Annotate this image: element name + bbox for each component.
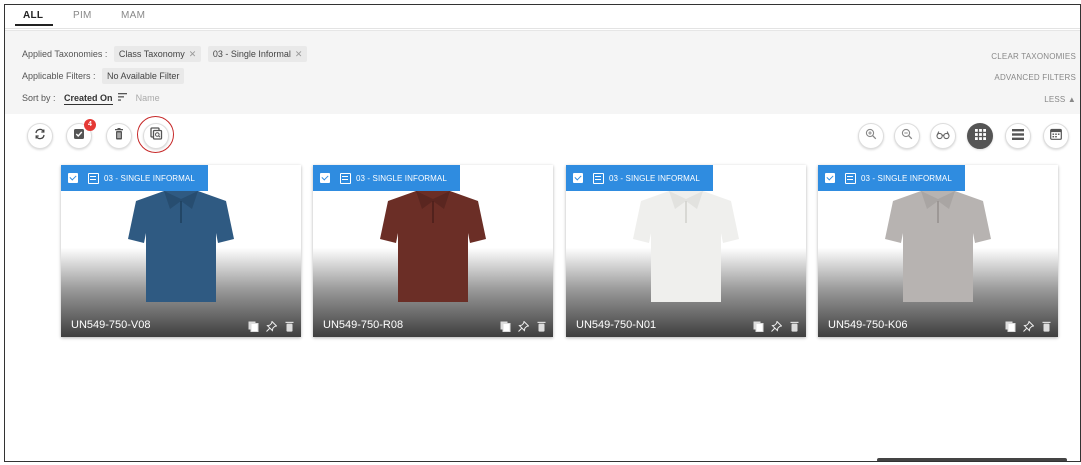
- pin-icon[interactable]: [770, 320, 782, 332]
- polo-shirt-image: [633, 191, 739, 302]
- select-all-icon: [73, 127, 85, 145]
- polo-shirt-image: [128, 191, 234, 302]
- card-actions: [1004, 320, 1052, 332]
- calendar-view-button[interactable]: [1043, 123, 1069, 149]
- remove-chip-icon[interactable]: ✕: [295, 49, 303, 59]
- filter-chip: No Available Filter: [102, 68, 185, 84]
- copy-icon[interactable]: [752, 320, 764, 332]
- sort-name[interactable]: Name: [136, 90, 160, 106]
- card-checkbox[interactable]: [825, 173, 835, 183]
- asset-card[interactable]: 03 - SINGLE INFORMAL UN549-750-K06: [818, 165, 1058, 337]
- tab-mam[interactable]: MAM: [121, 10, 145, 21]
- zoom-in-icon: [865, 127, 877, 145]
- asset-card[interactable]: 03 - SINGLE INFORMAL UN549-750-N01: [566, 165, 806, 337]
- selected-count-badge: 4: [84, 119, 96, 131]
- asset-card[interactable]: 03 - SINGLE INFORMAL UN549-750-R08: [313, 165, 553, 337]
- delete-icon[interactable]: [1040, 320, 1052, 332]
- active-tab-indicator: [15, 24, 53, 26]
- taxonomy-icon: [340, 172, 351, 184]
- list-view-button[interactable]: [1005, 123, 1031, 149]
- card-actions: [499, 320, 547, 332]
- filter-panel: Applied Taxonomies : Class Taxonomy ✕ 03 …: [5, 30, 1080, 114]
- card-taxonomy-tag: 03 - SINGLE INFORMAL: [818, 165, 965, 191]
- copy-icon[interactable]: [499, 320, 511, 332]
- applicable-filters-label: Applicable Filters :: [22, 71, 96, 81]
- card-title[interactable]: UN549-750-N01: [576, 319, 656, 331]
- delete-icon: [114, 127, 124, 145]
- sort-label: Sort by :: [22, 93, 56, 103]
- taxonomy-icon: [593, 172, 604, 184]
- tab-all[interactable]: ALL: [23, 10, 43, 21]
- tab-bar: ALL PIM MAM: [5, 5, 1080, 29]
- delete-icon[interactable]: [283, 320, 295, 332]
- calendar-icon: [1050, 127, 1062, 145]
- select-all-button[interactable]: 4: [66, 119, 96, 149]
- sort-created-on[interactable]: Created On: [64, 92, 113, 105]
- card-actions: [247, 320, 295, 332]
- card-actions: [752, 320, 800, 332]
- polo-shirt-image: [885, 191, 991, 302]
- refresh-icon: [34, 127, 46, 145]
- remove-chip-icon[interactable]: ✕: [189, 49, 197, 59]
- preview-button[interactable]: [930, 123, 956, 149]
- delete-icon[interactable]: [535, 320, 547, 332]
- grid-view-button[interactable]: [967, 123, 993, 149]
- clear-taxonomies-link[interactable]: CLEAR TAXONOMIES: [991, 52, 1076, 61]
- card-checkbox[interactable]: [68, 173, 78, 183]
- taxonomy-chip[interactable]: 03 - Single Informal ✕: [207, 46, 308, 62]
- asset-card[interactable]: 03 - SINGLE INFORMAL UN549-750-V08: [61, 165, 301, 337]
- less-toggle[interactable]: LESS ▲: [1044, 95, 1076, 104]
- horizontal-scrollbar[interactable]: [877, 458, 1067, 461]
- zoom-out-icon: [901, 127, 913, 145]
- advanced-filters-link[interactable]: ADVANCED FILTERS: [994, 73, 1076, 82]
- card-checkbox[interactable]: [573, 173, 583, 183]
- copy-icon[interactable]: [1004, 320, 1016, 332]
- card-title[interactable]: UN549-750-R08: [323, 319, 403, 331]
- card-title[interactable]: UN549-750-V08: [71, 319, 151, 331]
- applied-taxonomies-row: Applied Taxonomies : Class Taxonomy ✕ 03 …: [22, 46, 308, 62]
- card-title[interactable]: UN549-750-K06: [828, 319, 908, 331]
- zoom-out-button[interactable]: [894, 123, 920, 149]
- list-view-icon: [1012, 127, 1024, 145]
- pin-icon[interactable]: [265, 320, 277, 332]
- taxonomy-icon: [845, 172, 856, 184]
- card-checkbox[interactable]: [320, 173, 330, 183]
- pin-icon[interactable]: [1022, 320, 1034, 332]
- highlight-ring: [137, 116, 174, 153]
- zoom-in-button[interactable]: [858, 123, 884, 149]
- glasses-icon: [936, 127, 950, 145]
- delete-button[interactable]: [106, 123, 132, 149]
- applicable-filters-row: Applicable Filters : No Available Filter: [22, 68, 185, 84]
- refresh-button[interactable]: [27, 123, 53, 149]
- grid-view-icon: [974, 127, 986, 145]
- tab-pim[interactable]: PIM: [73, 10, 92, 21]
- sort-direction-icon[interactable]: [118, 90, 128, 106]
- card-taxonomy-tag: 03 - SINGLE INFORMAL: [61, 165, 208, 191]
- polo-shirt-image: [380, 191, 486, 302]
- copy-icon[interactable]: [247, 320, 259, 332]
- taxonomy-icon: [88, 172, 99, 184]
- applied-taxonomies-label: Applied Taxonomies :: [22, 49, 108, 59]
- card-taxonomy-tag: 03 - SINGLE INFORMAL: [313, 165, 460, 191]
- pin-icon[interactable]: [517, 320, 529, 332]
- sort-row: Sort by : Created On Name: [22, 90, 160, 106]
- taxonomy-chip[interactable]: Class Taxonomy ✕: [113, 46, 202, 62]
- card-taxonomy-tag: 03 - SINGLE INFORMAL: [566, 165, 713, 191]
- app-frame: ALL PIM MAM Applied Taxonomies : Class T…: [4, 4, 1081, 462]
- delete-icon[interactable]: [788, 320, 800, 332]
